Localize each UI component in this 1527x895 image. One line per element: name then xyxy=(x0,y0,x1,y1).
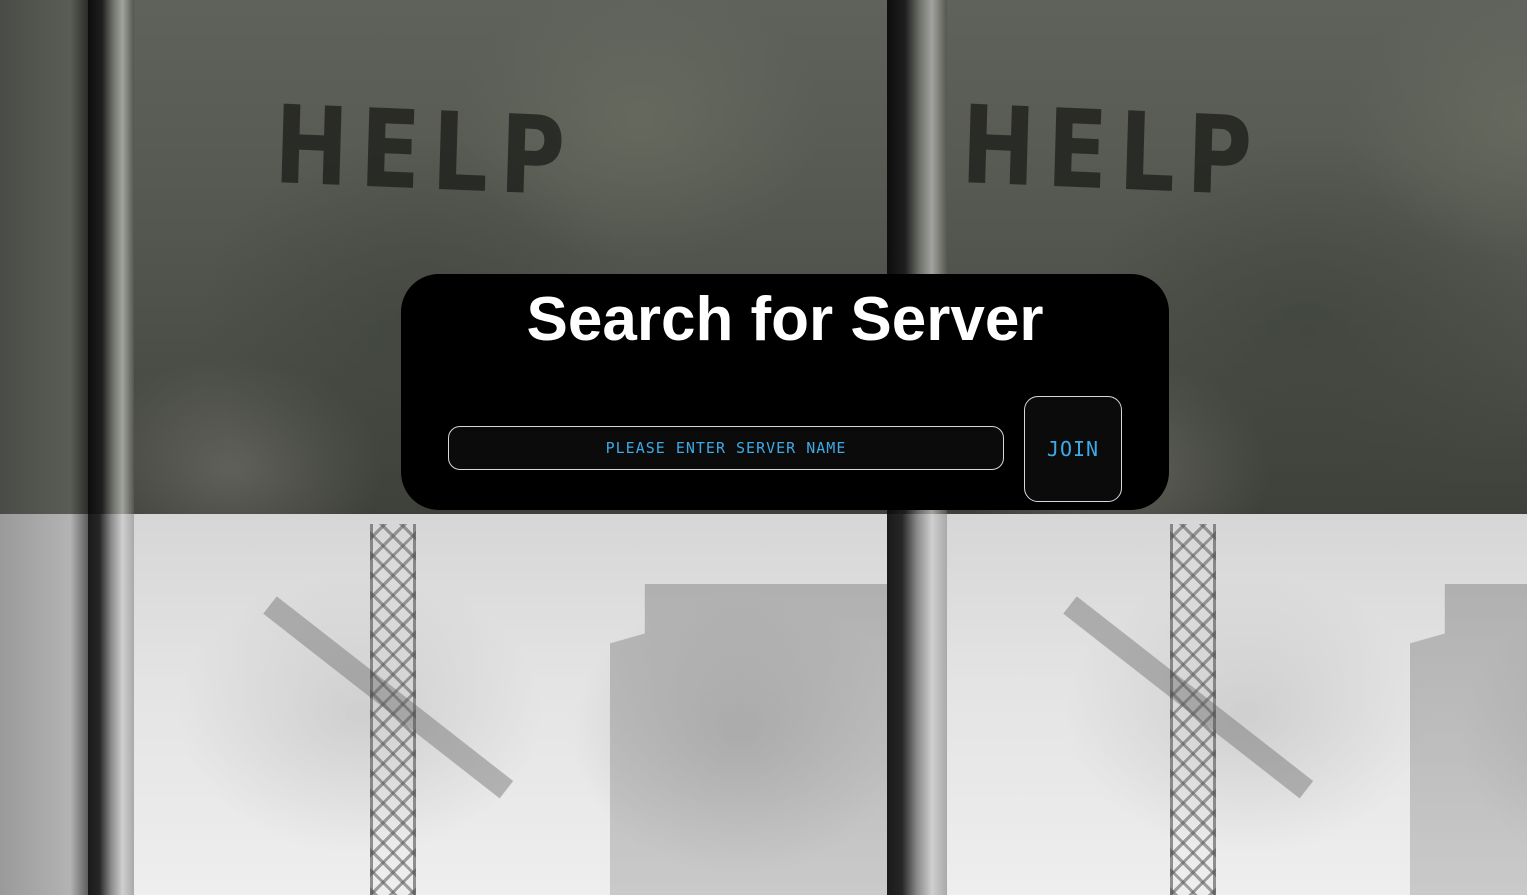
crane-mast xyxy=(370,524,416,895)
window-frame-bar xyxy=(887,514,947,895)
server-name-input[interactable] xyxy=(448,426,1004,470)
crane-mast xyxy=(1170,524,1216,895)
fog-written-help: HELP xyxy=(959,83,1265,221)
building-silhouette xyxy=(610,584,887,895)
join-button[interactable]: JOIN xyxy=(1024,396,1122,502)
background-photo-tile xyxy=(887,514,1527,895)
search-server-dialog: Search for Server JOIN xyxy=(401,274,1169,510)
window-frame-bar xyxy=(88,514,134,895)
dialog-title: Search for Server xyxy=(526,285,1044,354)
window-frame-edge xyxy=(0,514,88,895)
page: HELP HELP Search for Server JOIN xyxy=(0,0,1527,895)
fog-written-help: HELP xyxy=(272,83,578,221)
background-photo-tile xyxy=(0,514,887,895)
window-frame-edge xyxy=(0,0,88,514)
window-frame-bar xyxy=(88,0,134,514)
